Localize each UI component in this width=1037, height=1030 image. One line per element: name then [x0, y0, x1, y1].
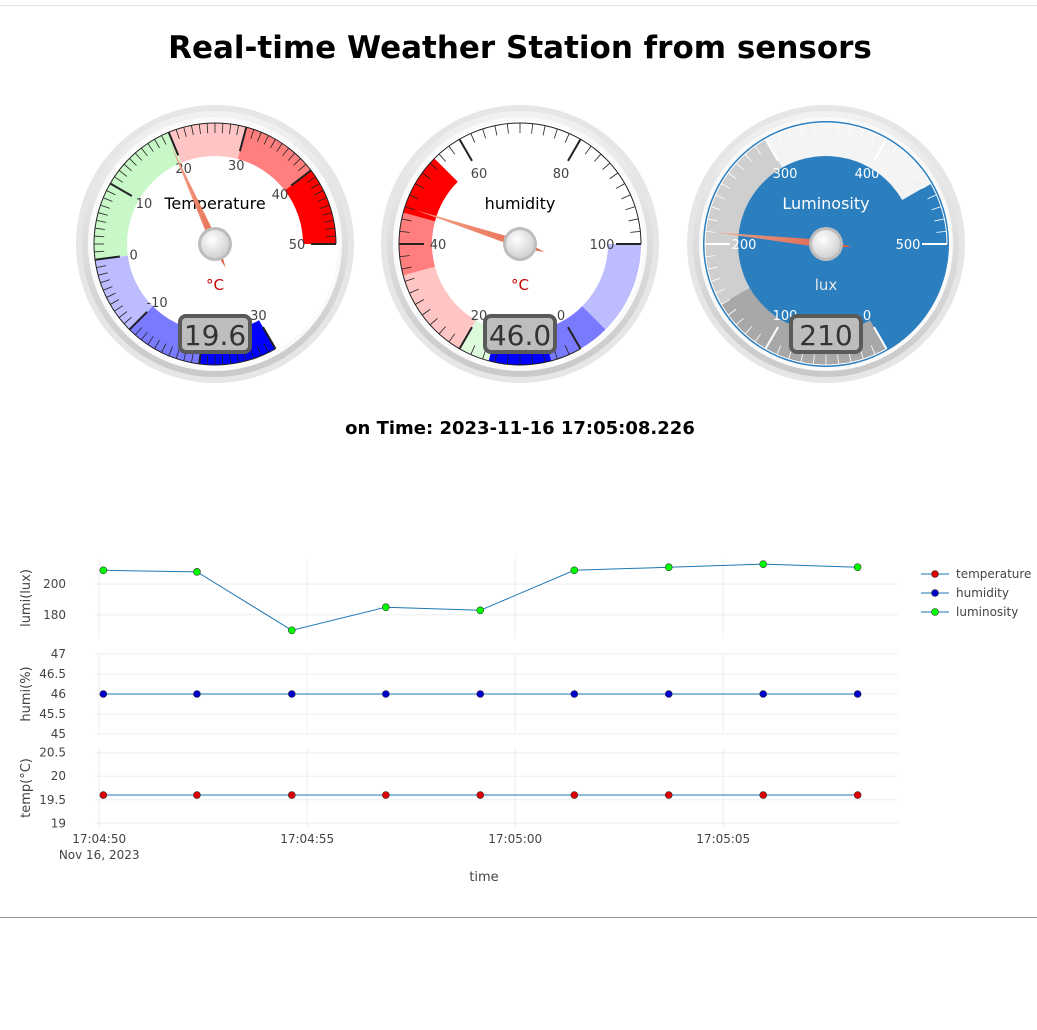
legend-marker: [931, 570, 939, 578]
gauge-title: Temperature: [163, 194, 265, 213]
data-point-luminosity: [664, 563, 673, 572]
data-point-luminosity: [287, 626, 296, 635]
data-point-luminosity: [382, 603, 390, 612]
gauge-tick-label: 30: [228, 159, 245, 174]
humidity-gauge: 0 20 40 60 80 100 humidity °C 46.0: [380, 104, 660, 384]
legend-label: temperature: [956, 567, 1031, 581]
gauge-tick-label: 10: [136, 197, 153, 212]
data-point-temperature: [476, 791, 485, 799]
gauge-tick-label: 200: [732, 238, 757, 253]
gauge-title: Luminosity: [782, 194, 869, 213]
data-point-temperature: [382, 791, 390, 799]
gauge-tick-label: 300: [773, 167, 798, 182]
gauge-tick-label: -10: [146, 296, 167, 311]
y-tick-label: 45: [51, 727, 66, 741]
gauge-value: 210: [799, 319, 852, 352]
gauge-units: °C: [511, 276, 529, 294]
gauge-value: 19.6: [184, 319, 246, 352]
y-tick-label: 47: [51, 647, 66, 661]
gauge-units: lux: [815, 276, 838, 294]
x-axis-label: time: [469, 870, 498, 885]
luminosity-gauge: 0 100 200 300 400 500 Luminosity lux 210: [686, 104, 966, 384]
gauge-tick-label: 40: [272, 188, 289, 203]
data-point-humidity: [476, 690, 485, 698]
data-point-luminosity: [476, 606, 485, 615]
y-tick-label: 19.5: [39, 793, 66, 807]
y-tick-label: 20.5: [39, 746, 66, 760]
y-tick-label: 200: [43, 577, 66, 591]
gauge-value: 46.0: [489, 319, 551, 352]
x-tick-label: 17:05:00: [488, 832, 542, 846]
data-point-humidity: [570, 690, 579, 698]
gauge-tick-label: 0: [130, 249, 138, 264]
gauge-tick-label: 60: [471, 167, 488, 182]
bottom-divider: [0, 917, 1037, 918]
data-point-temperature: [99, 791, 108, 799]
data-point-luminosity: [759, 560, 767, 568]
x-tick-date: Nov 16, 2023: [59, 848, 140, 862]
sensor-history-chart: 180 200 lumi(lux) 45 45.5 46 46.5 47 humi(%) 19 19…: [19, 558, 1031, 885]
data-point-humidity: [382, 690, 390, 698]
y-axis-label: humi(%): [19, 666, 34, 721]
gauge-tick-label: 0: [863, 309, 871, 324]
x-tick-label: 17:05:05: [696, 832, 750, 846]
gauge-units: °C: [206, 276, 224, 294]
x-tick-label: 17:04:50: [72, 832, 126, 846]
reading-time: on Time: 2023-11-16 17:05:08.226: [345, 418, 695, 439]
gauge-tick-label: 80: [553, 167, 570, 182]
top-divider: [0, 5, 1037, 6]
data-point-temperature: [287, 791, 296, 799]
legend-label: luminosity: [956, 605, 1018, 619]
gauge-tick-label: 40: [430, 238, 447, 253]
x-tick-label: 17:04:55: [280, 832, 334, 846]
y-tick-label: 20: [51, 769, 66, 783]
legend-marker: [931, 589, 939, 597]
gauge-tick-label: 100: [590, 238, 615, 253]
data-point-luminosity: [99, 566, 108, 575]
gauge-hub: [812, 230, 840, 258]
data-point-humidity: [664, 690, 673, 698]
data-point-temperature: [570, 791, 579, 799]
data-point-temperature: [193, 791, 201, 799]
data-point-humidity: [287, 690, 296, 698]
temperature-gauge: -30-20-1001020304050Temperature°C19.6: [75, 104, 355, 384]
gauge-hub: [506, 230, 534, 258]
data-point-luminosity: [853, 563, 862, 572]
series-line-luminosity: [103, 563, 858, 631]
legend-marker: [931, 608, 939, 616]
y-tick-label: 19: [51, 816, 66, 830]
legend-label: humidity: [956, 586, 1009, 600]
y-tick-label: 180: [43, 608, 66, 622]
data-point-temperature: [664, 791, 673, 799]
gauge-tick-label: 400: [855, 167, 880, 182]
y-tick-label: 46: [51, 687, 66, 701]
data-point-luminosity: [570, 566, 579, 575]
page-title: Real-time Weather Station from sensors: [168, 30, 872, 66]
data-point-humidity: [99, 690, 108, 698]
gauge-title: humidity: [485, 194, 556, 213]
data-point-humidity: [193, 690, 201, 698]
data-point-luminosity: [193, 568, 201, 576]
data-point-humidity: [853, 690, 862, 698]
gauge-tick-label: 0: [557, 309, 565, 324]
gauge-tick-label: 500: [896, 238, 921, 253]
y-axis-label: lumi(lux): [19, 569, 34, 627]
data-point-temperature: [853, 791, 862, 799]
y-tick-label: 45.5: [39, 707, 66, 721]
y-tick-label: 46.5: [39, 667, 66, 681]
data-point-temperature: [759, 791, 767, 799]
gauge-hub: [201, 230, 229, 258]
gauge-tick-label: 50: [289, 238, 306, 253]
y-axis-label: temp(°C): [19, 758, 34, 818]
data-point-humidity: [759, 690, 767, 698]
